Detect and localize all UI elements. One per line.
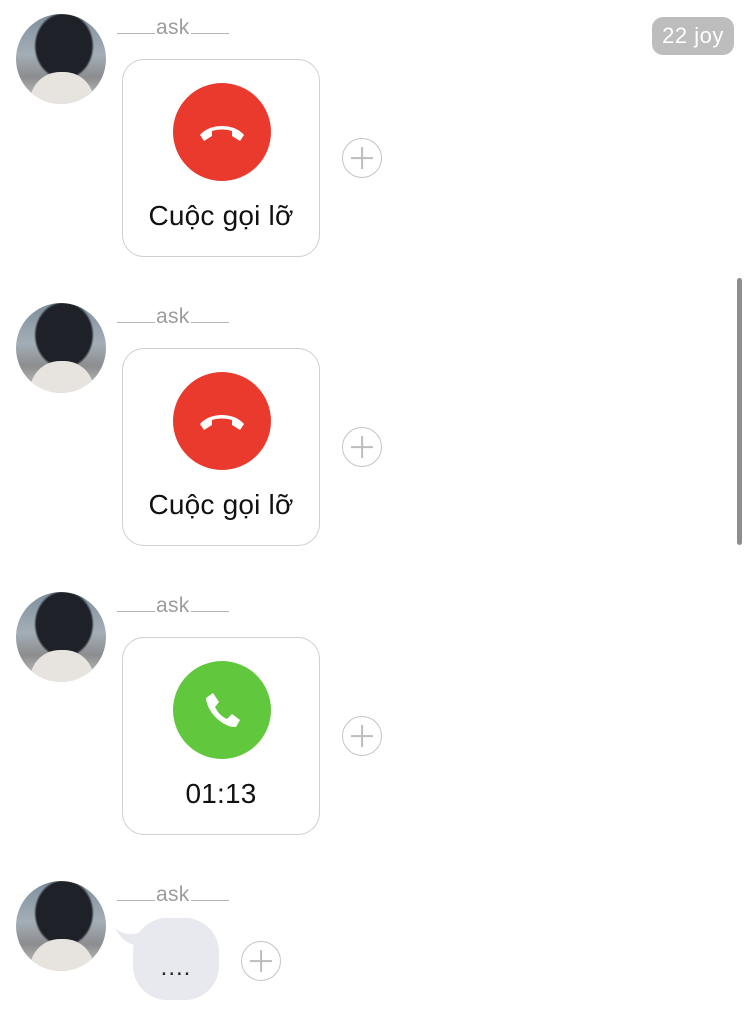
- add-reaction-button[interactable]: [342, 427, 382, 467]
- scrollbar[interactable]: [737, 278, 742, 545]
- typing-bubble[interactable]: ....: [115, 918, 219, 1000]
- call-duration-label: 01:13: [185, 778, 257, 809]
- sender-name: ask: [116, 883, 230, 907]
- add-reaction-button[interactable]: [342, 716, 382, 756]
- avatar[interactable]: [16, 14, 106, 104]
- phone-hangup-icon: [173, 83, 271, 181]
- call-status-label: Cuộc gọi lỡ: [148, 200, 294, 231]
- sender-name: ask: [116, 16, 230, 40]
- bubble-tail: [115, 928, 141, 946]
- sender-name: ask: [116, 594, 230, 618]
- add-reaction-button[interactable]: [241, 941, 281, 981]
- sender-name: ask: [116, 305, 230, 329]
- avatar[interactable]: [16, 303, 106, 393]
- avatar[interactable]: [16, 881, 106, 971]
- call-status-label: Cuộc gọi lỡ: [148, 489, 294, 520]
- missed-call-card[interactable]: Cuộc gọi lỡ: [122, 348, 320, 546]
- call-card[interactable]: 01:13: [122, 637, 320, 835]
- add-reaction-button[interactable]: [342, 138, 382, 178]
- avatar[interactable]: [16, 592, 106, 682]
- phone-hangup-icon: [173, 372, 271, 470]
- typing-indicator: ....: [160, 954, 192, 981]
- phone-icon: [173, 661, 271, 759]
- missed-call-card[interactable]: Cuộc gọi lỡ: [122, 59, 320, 257]
- date-badge: 22 joy: [652, 17, 734, 55]
